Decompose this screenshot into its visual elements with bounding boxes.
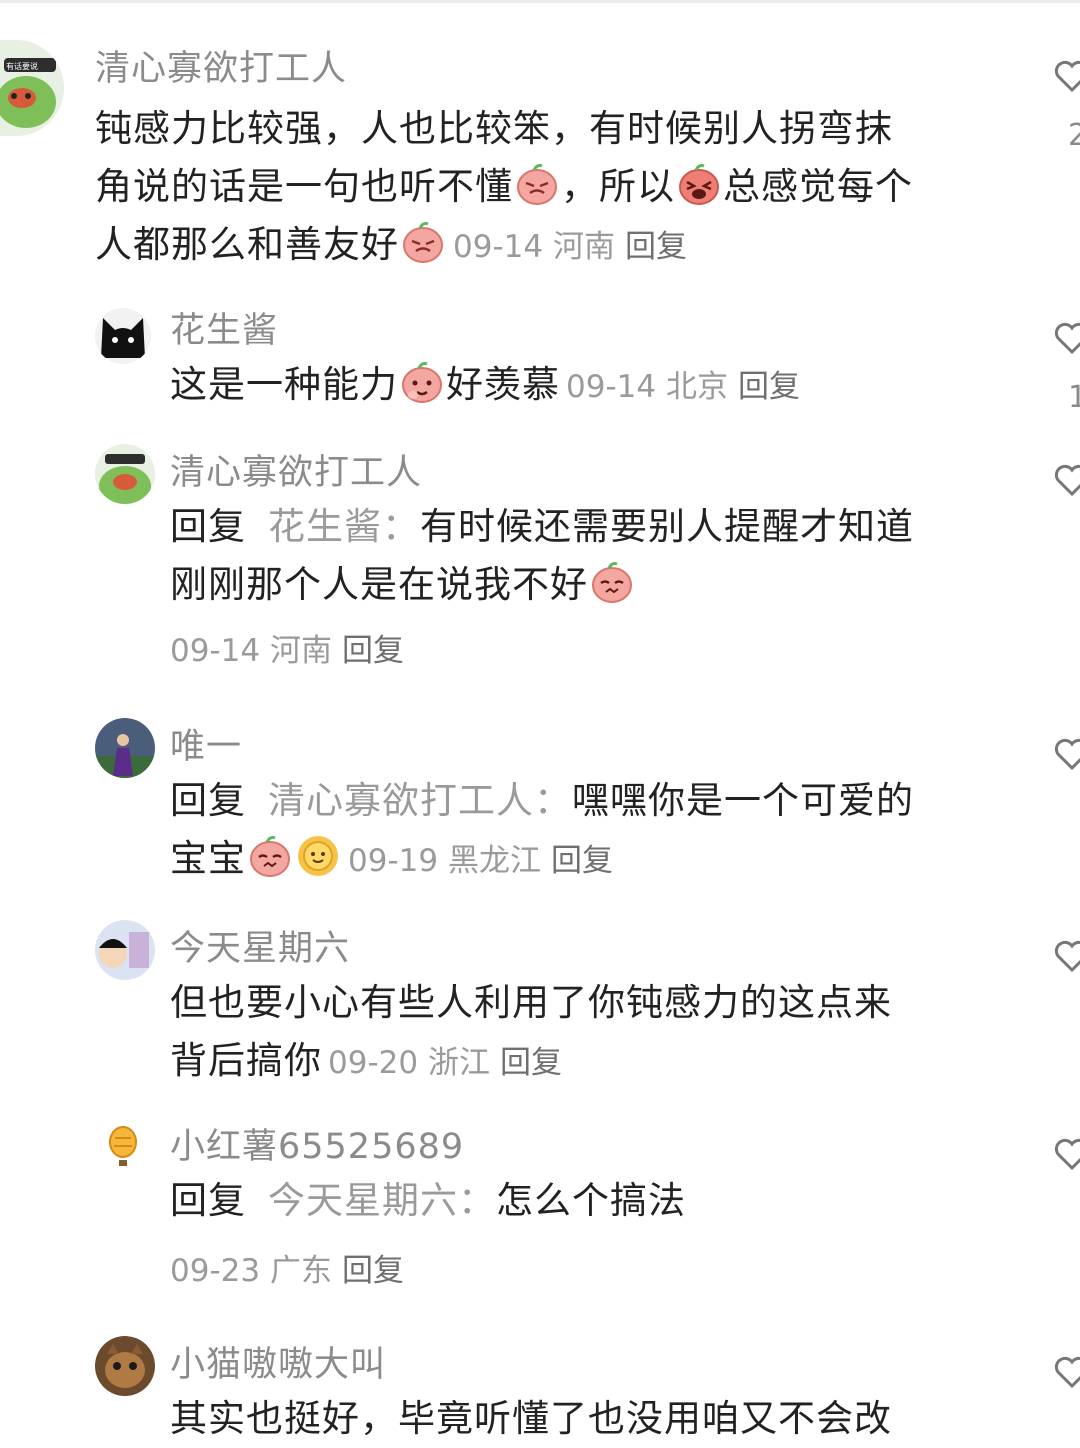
comment-meta: 09-14 河南 回复 — [453, 229, 687, 265]
reply-button[interactable]: 回复 — [342, 1253, 404, 1289]
heart-outline-icon — [1054, 60, 1080, 93]
comment-date: 09-14 — [170, 633, 261, 669]
comment-line: 人都那么和善友好 09-14 河南 回复 — [95, 216, 913, 274]
reply-to-user[interactable]: 今天星期六： — [268, 1179, 496, 1222]
hot-air-balloon-avatar-image — [95, 1118, 155, 1178]
reply-button[interactable]: 回复 — [500, 1045, 562, 1081]
comment-line: 回复 今天星期六：怎么个搞法 — [170, 1179, 686, 1222]
like-button[interactable] — [1052, 1352, 1080, 1392]
username[interactable]: 清心寡欲打工人 — [170, 444, 422, 495]
reply-button[interactable]: 回复 — [342, 633, 404, 669]
comment-meta: 09-14 河南 回复 — [170, 633, 404, 669]
comment-meta: 09-19 黑龙江 回复 — [348, 843, 613, 879]
comment-date: 09-14 — [566, 369, 657, 405]
like-button[interactable] — [1052, 936, 1080, 976]
comment-date: 09-14 — [453, 229, 544, 265]
comment-line: 这是一种能力 好羡慕 09-14 北京 回复 — [170, 356, 800, 414]
cabbage-avatar-image — [95, 444, 155, 504]
heart-outline-icon — [1054, 738, 1080, 771]
cat-avatar-image — [95, 1336, 155, 1396]
avatar[interactable] — [95, 718, 155, 778]
comment-line: 其实也挺好，毕竟听懂了也没用咱又不会改 — [170, 1397, 892, 1440]
username[interactable]: 小猫嗷嗷大叫 — [170, 1336, 386, 1387]
username[interactable]: 小红薯65525689 — [170, 1118, 464, 1169]
comment-location: 河南 — [552, 229, 615, 265]
comment-line: 回复 清心寡欲打工人：嘿嘿你是一个可爱的 — [170, 779, 914, 822]
avatar-caption: 有话要说 — [6, 62, 38, 71]
comment-line: 钝感力比较强，人也比较笨，有时候别人拐弯抹 — [95, 107, 893, 150]
peach-cry-emoji — [514, 161, 560, 207]
comment-location: 北京 — [665, 369, 728, 405]
peach-cry-emoji — [400, 219, 446, 265]
comment-date: 09-19 — [348, 843, 439, 879]
comment-line: 背后搞你 09-20 浙江 回复 — [170, 1039, 562, 1082]
comment-line: 宝宝 09-19 黑龙江 回复 — [170, 830, 914, 888]
comment-line: 09-14 河南 回复 — [170, 620, 914, 678]
comment-text: 这是一种能力 好羡慕 09-14 北京 回复 — [170, 356, 800, 414]
comment-line: 刚刚那个人是在说我不好 — [170, 556, 914, 614]
reply-to-user[interactable]: 清心寡欲打工人： — [268, 779, 572, 822]
comment-location: 黑龙江 — [447, 843, 541, 879]
black-cat-avatar-image — [95, 308, 151, 364]
comment-line: 09-23 广东 回复 — [170, 1240, 686, 1298]
comment-line: 但也要小心有些人利用了你钝感力的这点来 — [170, 981, 892, 1024]
avatar[interactable] — [95, 920, 155, 980]
comment-meta: 09-20 浙江 回复 — [328, 1045, 562, 1081]
comment-location: 浙江 — [427, 1045, 490, 1081]
heart-outline-icon — [1054, 322, 1080, 355]
cartoon-boy-avatar-image — [95, 920, 155, 980]
username[interactable]: 今天星期六 — [170, 920, 350, 971]
reply-button[interactable]: 回复 — [625, 229, 687, 265]
like-count: 2 — [1068, 118, 1080, 153]
comment-text: 回复 清心寡欲打工人：嘿嘿你是一个可爱的 宝宝 09-19 黑龙江 回复 — [170, 772, 914, 888]
avatar[interactable] — [95, 444, 155, 504]
heart-outline-icon — [1054, 1356, 1080, 1389]
comment-line: 角说的话是一句也听不懂 ，所以 总感觉每个 — [95, 158, 913, 216]
comment-meta: 09-23 广东 回复 — [170, 1253, 404, 1289]
like-count: 1 — [1068, 380, 1080, 415]
like-button[interactable] — [1052, 56, 1080, 96]
reply-prefix: 回复 — [170, 1179, 246, 1222]
heart-outline-icon — [1054, 1138, 1080, 1171]
reply-button[interactable]: 回复 — [738, 369, 800, 405]
sun-smile-emoji — [295, 833, 341, 879]
peach-shy-emoji — [247, 833, 293, 879]
comment-text: 但也要小心有些人利用了你钝感力的这点来 背后搞你 09-20 浙江 回复 — [170, 974, 892, 1090]
peach-laugh-emoji — [676, 161, 722, 207]
comment-location: 广东 — [269, 1253, 332, 1289]
reply-prefix: 回复 — [170, 505, 246, 548]
reply-button[interactable]: 回复 — [551, 843, 613, 879]
avatar[interactable]: 有话要说 — [0, 40, 64, 136]
username[interactable]: 唯一 — [170, 718, 242, 769]
cabbage-avatar-image — [0, 40, 64, 136]
top-divider — [0, 0, 1080, 3]
comment-line: 回复 花生酱：有时候还需要别人提醒才知道 — [170, 505, 914, 548]
like-button[interactable] — [1052, 318, 1080, 358]
like-button[interactable] — [1052, 1134, 1080, 1174]
heart-outline-icon — [1054, 464, 1080, 497]
comment-text: 回复 花生酱：有时候还需要别人提醒才知道 刚刚那个人是在说我不好 09-14 河南… — [170, 498, 914, 678]
avatar[interactable] — [95, 1118, 155, 1178]
comment-date: 09-23 — [170, 1253, 261, 1289]
avatar[interactable] — [95, 1336, 155, 1396]
comment-text: 钝感力比较强，人也比较笨，有时候别人拐弯抹 角说的话是一句也听不懂 ，所以 总感觉每… — [95, 100, 913, 274]
avatar[interactable] — [95, 308, 151, 364]
username[interactable]: 花生酱 — [170, 302, 278, 353]
heart-outline-icon — [1054, 940, 1080, 973]
peach-shy-emoji — [589, 559, 635, 605]
reply-prefix: 回复 — [170, 779, 246, 822]
like-button[interactable] — [1052, 460, 1080, 500]
like-button[interactable] — [1052, 734, 1080, 774]
comment-date: 09-20 — [328, 1045, 419, 1081]
reply-to-user[interactable]: 花生酱： — [268, 505, 420, 548]
comment-meta: 09-14 北京 回复 — [566, 369, 800, 405]
stadium-person-avatar-image — [95, 718, 155, 778]
peach-envy-emoji — [399, 359, 445, 405]
username[interactable]: 清心寡欲打工人 — [95, 40, 347, 91]
comment-text: 回复 今天星期六：怎么个搞法 09-23 广东 回复 — [170, 1172, 686, 1298]
comment-location: 河南 — [269, 633, 332, 669]
comment-text: 其实也挺好，毕竟听懂了也没用咱又不会改 — [170, 1390, 892, 1448]
